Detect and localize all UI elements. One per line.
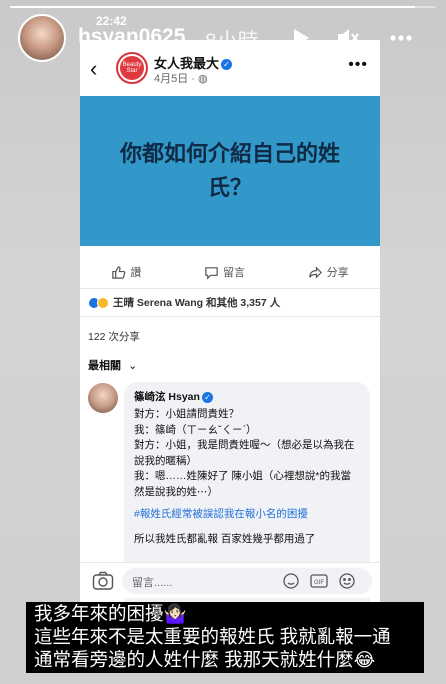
haha-reaction-icon xyxy=(97,296,109,309)
sort-label: 最相關 xyxy=(88,360,121,372)
comment-label: 留言 xyxy=(222,267,245,279)
sticker-icon xyxy=(283,573,299,589)
like-label: 讚 xyxy=(130,267,142,279)
comment-hashtag: #報姓氏經常被誤認我在報小名的困擾 xyxy=(134,508,308,520)
like-action: 讚 xyxy=(111,260,141,284)
emoji-icon xyxy=(339,573,355,589)
reactions-text: 王晴 Serena Wang 和其他 3,357 人 xyxy=(113,297,281,309)
story-username[interactable]: hsyan0625 xyxy=(78,25,185,49)
share-action: 分享 xyxy=(308,260,349,284)
story-header: hsyan0625 8小時 22:42 xyxy=(0,10,446,66)
comment-action: 留言 xyxy=(204,260,245,284)
comment-line: 我：篠崎（ㄒㄧㄠˇㄑㄧˊ） xyxy=(134,423,257,436)
sort-selector: 最相關 ⌄ xyxy=(88,357,137,373)
reactions-summary: 王晴 Serena Wang 和其他 3,357 人 xyxy=(88,295,280,310)
comment-composer: 留言...... GIF xyxy=(80,562,380,598)
caption-line: 我多年來的困擾🤷🏻‍♀️ xyxy=(34,603,187,624)
verified-badge-icon: ✓ xyxy=(201,391,213,403)
comment-placeholder: 留言...... xyxy=(132,577,173,589)
more-icon[interactable] xyxy=(388,25,414,51)
commenter-avatar xyxy=(88,383,118,413)
story-caption: 我多年來的困擾🤷🏻‍♀️ 這些年來不是太重要的報姓氏 我就亂報一通 通常看旁邊的… xyxy=(26,602,424,673)
phone-status-time: 22:42 xyxy=(96,14,127,28)
share-label: 分享 xyxy=(326,267,349,279)
divider xyxy=(80,316,380,317)
share-icon xyxy=(308,265,322,279)
caption-line: 通常看旁邊的人姓什麼 我那天就姓什麼😂 xyxy=(34,649,376,670)
banner-text: 你都如何介紹自己的姓氏？ xyxy=(119,141,340,200)
caption-line: 這些年來不是太重要的報姓氏 我就亂報一通 xyxy=(34,626,391,647)
story-avatar[interactable] xyxy=(18,14,66,62)
post-banner: 你都如何介紹自己的姓氏？ xyxy=(80,96,380,246)
camera-icon xyxy=(92,571,114,590)
divider xyxy=(80,288,380,289)
comment-icon xyxy=(205,266,218,280)
story-time: 8小時 xyxy=(205,30,259,53)
post-date: 4月5日 · xyxy=(154,73,199,85)
story-progress-fill xyxy=(10,6,415,8)
comment-line: 我：嗯……姓陳好了 陳小姐（心裡想說*的我當然是說我的姓⋯） xyxy=(134,470,352,498)
facebook-post-screenshot: ‹ Beauty Star 女人我最大 ✓ 4月5日 · ◍ ••• 你都如何介紹… xyxy=(80,40,380,645)
gif-icon: GIF xyxy=(310,574,328,588)
shares-count: 122 次分享 xyxy=(88,331,140,343)
play-icon[interactable] xyxy=(287,25,313,51)
comment-input: 留言...... GIF xyxy=(122,568,372,594)
comment-line: 對方：小姐，我是問貴姓喔～（想必是以為我在說我的暱稱） xyxy=(134,439,355,467)
post-actions: 讚 留言 分享 xyxy=(80,260,380,284)
comment-extra: 所以我姓氏都亂報 百家姓幾乎都用過了 xyxy=(134,533,316,545)
comment-line: 對方：小姐請問貴姓？ xyxy=(134,408,239,420)
story-progress-bar xyxy=(10,6,436,8)
thumbs-up-icon xyxy=(112,265,126,279)
story-viewer: ‹ Beauty Star 女人我最大 ✓ 4月5日 · ◍ ••• 你都如何介紹… xyxy=(0,0,446,684)
svg-text:GIF: GIF xyxy=(314,580,324,586)
mute-icon[interactable] xyxy=(335,25,361,51)
chevron-down-icon: ⌄ xyxy=(128,360,138,372)
globe-icon: ◍ xyxy=(198,73,208,85)
comment-author: 篠崎泫 Hsyan xyxy=(134,391,200,403)
